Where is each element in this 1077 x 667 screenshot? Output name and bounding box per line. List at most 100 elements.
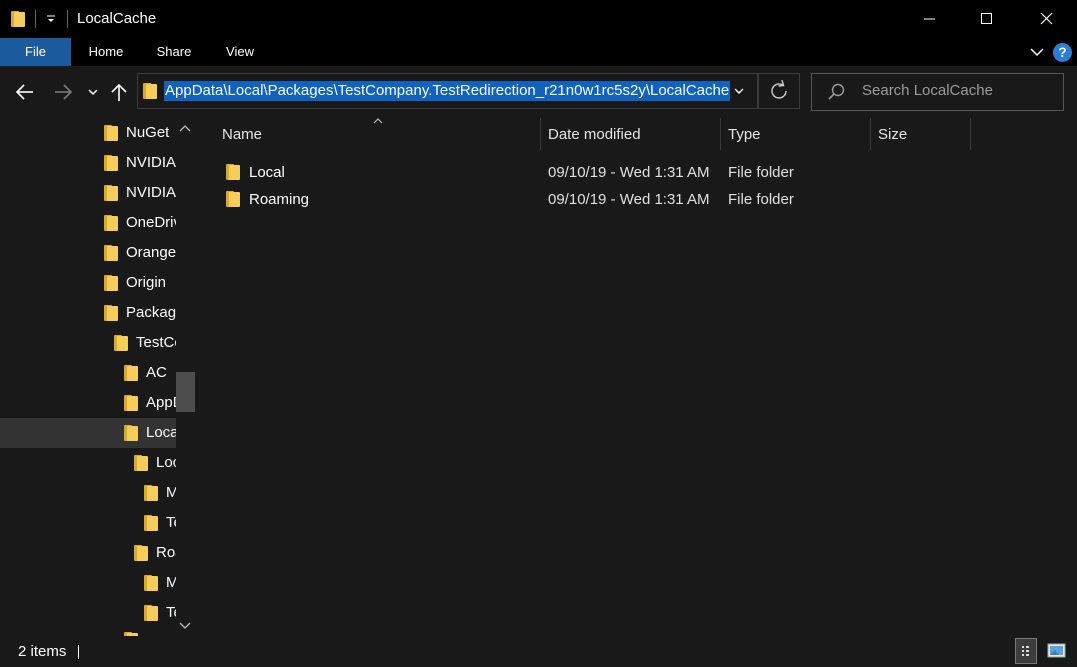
title-bar: LocalCache [0,0,1077,38]
file-type: File folder [728,164,794,181]
nav-tree-item[interactable]: Local [0,448,176,478]
folder-icon [134,545,148,561]
maximize-icon [981,13,992,24]
sort-ascending-chevron-icon [373,118,383,124]
quick-access-dropdown-icon[interactable] [46,14,56,24]
nav-tree-item[interactable]: NVIDIA [0,148,176,178]
nav-tree-label: Roaming [156,544,176,561]
details-view-button[interactable] [1015,638,1037,664]
tab-home[interactable]: Home [82,38,130,66]
address-path[interactable]: AppData\Local\Packages\TestCompany.TestR… [164,81,731,101]
scroll-up-chevron-icon[interactable] [178,123,192,135]
nav-tree-item[interactable]: Orange [0,238,176,268]
nav-tree-item[interactable]: Te [0,598,176,628]
folder-icon [11,11,25,27]
column-header-name[interactable]: Name [222,126,262,143]
folder-icon [124,395,138,411]
file-date: 09/10/19 - Wed 1:31 AM [548,191,710,208]
details-view-icon [1022,646,1029,656]
file-row[interactable]: Local 09/10/19 - Wed 1:31 AM File folder [213,159,970,186]
close-button[interactable] [1017,0,1077,38]
folder-icon [104,215,118,231]
back-arrow-icon[interactable] [15,83,35,101]
item-count: 2 items [18,643,67,660]
folder-icon [143,83,157,99]
folder-icon [226,191,240,207]
ribbon-expand-chevron-icon[interactable] [1029,44,1045,60]
tab-file[interactable]: File [0,38,71,66]
nav-tree-item[interactable]: M [0,478,176,508]
folder-icon [104,155,118,171]
folder-icon [104,305,118,321]
address-dropdown-icon[interactable] [732,84,746,98]
maximize-button[interactable] [957,0,1017,38]
nav-tree-item[interactable]: Origin [0,268,176,298]
nav-tree-label: NuGet [126,124,170,141]
folder-icon [124,425,138,441]
scrollbar-thumb[interactable] [176,372,195,412]
folder-icon [144,515,158,531]
nav-tree-item[interactable]: NuGet [0,118,176,148]
search-icon [828,83,845,100]
nav-tree-label: AC [146,364,167,381]
nav-tree-label: NVIDIA [126,154,176,171]
divider [67,10,68,28]
folder-icon [144,605,158,621]
file-date: 09/10/19 - Wed 1:31 AM [548,164,710,181]
nav-tree-item-selected[interactable]: LocalCache [0,418,176,448]
nav-tree-label: OneDrive [126,214,176,231]
folder-icon [144,575,158,591]
nav-tree-label: M [166,574,176,591]
folder-icon [144,485,158,501]
tab-share[interactable]: Share [150,38,198,66]
column-header-date[interactable]: Date modified [548,126,641,143]
file-row[interactable]: Roaming 09/10/19 - Wed 1:31 AM File fold… [213,186,970,213]
search-input[interactable]: Search LocalCache [862,82,993,99]
column-divider[interactable] [970,118,971,150]
file-name: Roaming [249,191,310,208]
column-divider[interactable] [540,118,541,150]
nav-tree-label: Origin [126,274,167,291]
nav-tree-item[interactable]: Packages [0,298,176,328]
nav-tree-label: TestCompany [136,334,176,351]
column-header-type[interactable]: Type [728,126,761,143]
column-header-size[interactable]: Size [878,126,907,143]
nav-tree-label: Te [166,604,176,621]
nav-tree-item[interactable]: AC [0,358,176,388]
nav-tree-item[interactable]: M [0,568,176,598]
nav-tree-item[interactable]: OneDrive [0,208,176,238]
folder-icon [226,164,240,180]
minimize-icon [924,18,935,20]
nav-tree-item[interactable]: Te [0,508,176,538]
tab-view[interactable]: View [216,38,264,66]
scroll-down-chevron-icon[interactable] [178,620,192,632]
large-icons-view-icon [1047,643,1066,658]
column-divider[interactable] [870,118,871,150]
folder-icon [104,185,118,201]
nav-tree-label: LocalCache [146,424,176,441]
help-icon: ? [1058,44,1067,60]
nav-tree-label: Packages [126,304,176,321]
help-button[interactable]: ? [1053,43,1072,62]
nav-tree-label: M [166,484,176,501]
nav-tree-item[interactable]: Roaming [0,538,176,568]
nav-tree-item[interactable]: TestCompany [0,328,176,358]
nav-tree-item[interactable]: NVIDIA [0,178,176,208]
nav-tree-label: Te [166,514,176,531]
nav-tree-label: AppData [146,394,176,411]
file-name: Local [249,164,285,181]
column-divider[interactable] [720,118,721,150]
refresh-button[interactable] [758,73,800,109]
up-arrow-icon[interactable] [110,82,128,102]
nav-tree-label: Local [156,454,176,471]
minimize-button[interactable] [899,0,959,38]
refresh-icon [771,79,787,99]
folder-icon [104,125,118,141]
nav-tree-item[interactable]: AppData [0,388,176,418]
large-icons-view-button[interactable] [1046,640,1068,662]
folder-icon [124,365,138,381]
forward-arrow-icon[interactable] [53,83,73,101]
nav-tree-label: NVIDIA [126,184,176,201]
recent-locations-chevron-icon[interactable] [86,85,100,99]
close-icon [1040,12,1053,25]
